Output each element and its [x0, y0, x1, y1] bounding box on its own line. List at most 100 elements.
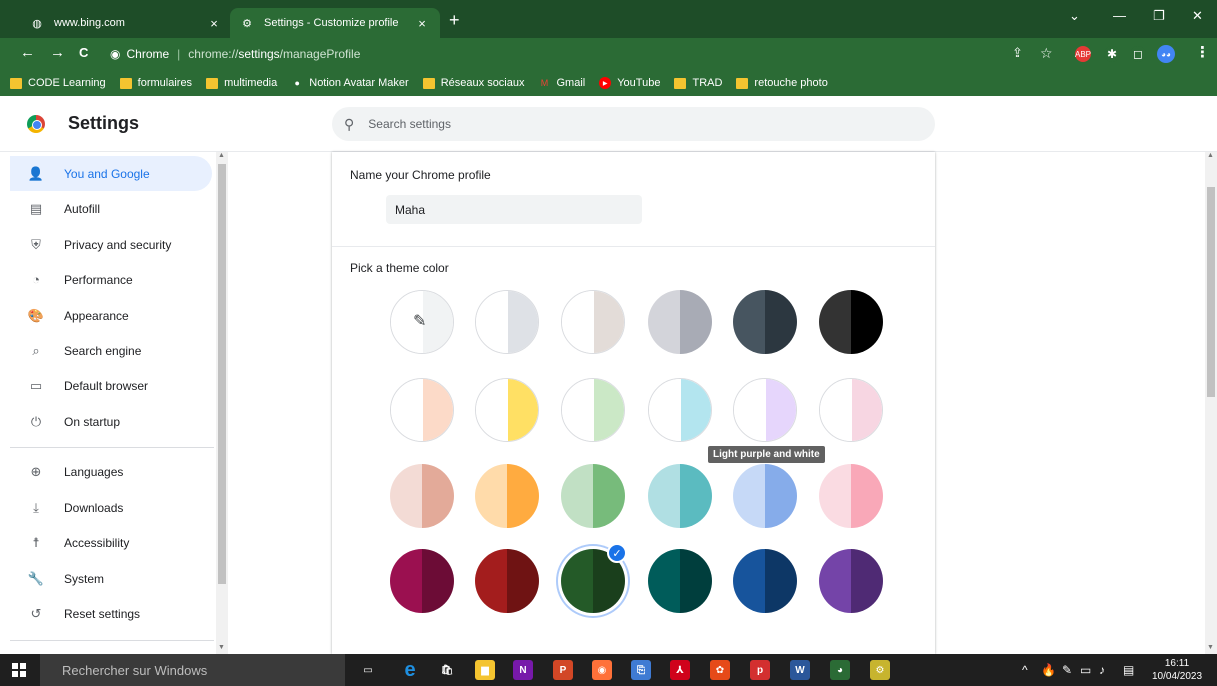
restore-button[interactable]: ❐: [1153, 8, 1165, 24]
theme-color-swatch[interactable]: [648, 464, 712, 528]
theme-color-swatch[interactable]: [475, 378, 539, 442]
theme-color-swatch[interactable]: [733, 290, 797, 354]
bookmark-item[interactable]: multimedia: [206, 77, 277, 89]
sidebar-item-reset-settings[interactable]: ↺ Reset settings: [10, 596, 212, 631]
onenote-icon[interactable]: N: [513, 660, 533, 680]
adblock-icon[interactable]: ABP: [1075, 46, 1091, 62]
puzzle-icon[interactable]: ✱: [1104, 46, 1120, 62]
sidebar-item-languages[interactable]: ⊕ Languages: [10, 454, 212, 489]
theme-color-swatch[interactable]: [390, 378, 454, 442]
windows-search-field[interactable]: Rechercher sur Windows: [40, 654, 345, 686]
taskbar-clock[interactable]: 16:11 10/04/2023: [1152, 657, 1202, 683]
theme-color-swatch[interactable]: [561, 464, 625, 528]
sidebar-scrollbar[interactable]: ▲ ▼: [216, 152, 228, 654]
theme-color-swatch[interactable]: [733, 378, 797, 442]
sidebar-item-search-engine[interactable]: ⌕ Search engine: [10, 333, 212, 368]
theme-color-swatch[interactable]: [819, 549, 883, 613]
bookmark-item[interactable]: TRAD: [674, 77, 722, 89]
scroll-down-arrow[interactable]: ▼: [1207, 644, 1214, 651]
file-explorer-icon[interactable]: ▆: [475, 660, 495, 680]
theme-color-swatch[interactable]: [475, 464, 539, 528]
close-tab-icon[interactable]: ×: [206, 16, 222, 31]
close-window-button[interactable]: ✕: [1192, 8, 1203, 24]
theme-color-swatch[interactable]: [819, 464, 883, 528]
sidebar-item-privacy-and-security[interactable]: ⛨ Privacy and security: [10, 227, 212, 262]
notification-icon[interactable]: ▤: [1123, 663, 1134, 677]
theme-color-swatch[interactable]: [390, 464, 454, 528]
minimize-button[interactable]: —: [1113, 8, 1126, 23]
tray-chevron-icon[interactable]: ^: [1022, 663, 1028, 677]
settings-app-icon[interactable]: ⚙: [870, 660, 890, 680]
scroll-up-arrow[interactable]: ▲: [1207, 152, 1214, 159]
theme-color-swatch[interactable]: [733, 549, 797, 613]
bookmark-item[interactable]: ● Notion Avatar Maker: [291, 77, 409, 89]
theme-color-swatch[interactable]: [390, 549, 454, 613]
swatch-right-half: [680, 549, 712, 613]
bookmark-item[interactable]: CODE Learning: [10, 77, 106, 89]
profile-name-input[interactable]: [386, 195, 642, 224]
sidebar-item-on-startup[interactable]: ⏻ On startup: [10, 404, 212, 439]
sidebar-item-autofill[interactable]: ▤ Autofill: [10, 191, 212, 226]
tab-bing[interactable]: ◍ www.bing.com ×: [20, 8, 232, 38]
network-app-icon[interactable]: ⎘: [631, 660, 651, 680]
reload-button[interactable]: C: [79, 44, 88, 62]
word-icon[interactable]: W: [790, 660, 810, 680]
sidepanel-icon[interactable]: ◻: [1130, 46, 1146, 62]
profile-avatar-icon[interactable]: ◕◕: [1157, 45, 1175, 63]
tray-app-icon[interactable]: 🔥: [1041, 663, 1056, 677]
network-icon[interactable]: ▭: [1080, 663, 1091, 677]
sidebar-item-performance[interactable]: ◔ Performance: [10, 262, 212, 297]
sidebar-item-default-browser[interactable]: ▭ Default browser: [10, 368, 212, 403]
sidebar-item-appearance[interactable]: 🎨 Appearance: [10, 298, 212, 333]
search-settings-field[interactable]: ⚲ Search settings: [332, 107, 935, 141]
bookmark-item[interactable]: Réseaux sociaux: [422, 77, 525, 89]
back-button[interactable]: ←: [20, 44, 35, 62]
firefox-icon[interactable]: ◉: [592, 660, 612, 680]
scroll-down-arrow[interactable]: ▼: [218, 644, 225, 651]
close-tab-icon[interactable]: ×: [414, 16, 430, 31]
acrobat-icon[interactable]: ⅄: [670, 660, 690, 680]
pen-icon[interactable]: ✎: [1062, 663, 1072, 677]
bookmark-item[interactable]: M Gmail: [539, 77, 585, 89]
forward-button[interactable]: →: [50, 44, 65, 62]
edge-icon[interactable]: e: [400, 659, 420, 681]
scroll-up-arrow[interactable]: ▲: [218, 152, 225, 159]
theme-color-swatch[interactable]: [819, 290, 883, 354]
site-chip[interactable]: ◉ Chrome: [110, 47, 169, 61]
sidebar-item-downloads[interactable]: ⤓ Downloads: [10, 490, 212, 525]
theme-color-swatch[interactable]: [733, 464, 797, 528]
theme-color-swatch[interactable]: [561, 378, 625, 442]
scrollbar-thumb[interactable]: [1207, 187, 1215, 397]
menu-icon[interactable]: ⋮: [1195, 44, 1210, 62]
theme-color-swatch[interactable]: [648, 290, 712, 354]
address-bar[interactable]: ◉ Chrome | chrome://settings/manageProfi…: [110, 42, 1000, 66]
tab-settings[interactable]: ⚙ Settings - Customize profile ×: [230, 8, 440, 38]
sidebar-item-system[interactable]: 🔧 System: [10, 561, 212, 596]
share-icon[interactable]: ⇪: [1012, 44, 1023, 62]
custom-color-swatch[interactable]: ✎: [390, 290, 454, 354]
theme-color-swatch[interactable]: [648, 378, 712, 442]
p-app-icon[interactable]: p: [750, 660, 770, 680]
tab-search-icon[interactable]: ⌄: [1069, 8, 1080, 24]
new-tab-button[interactable]: +: [449, 10, 460, 30]
windows-start-icon[interactable]: [12, 663, 26, 677]
bookmark-star-icon[interactable]: ☆: [1040, 44, 1053, 62]
theme-color-swatch[interactable]: [561, 290, 625, 354]
bookmark-item[interactable]: formulaires: [119, 77, 192, 89]
theme-color-swatch[interactable]: [819, 378, 883, 442]
photo-app-icon[interactable]: ✿: [710, 660, 730, 680]
theme-color-swatch[interactable]: [475, 549, 539, 613]
volume-icon[interactable]: ♪: [1099, 663, 1105, 677]
scrollbar-thumb[interactable]: [218, 164, 226, 584]
theme-color-swatch[interactable]: [648, 549, 712, 613]
page-scrollbar[interactable]: ▲ ▼: [1205, 152, 1217, 654]
chrome-taskbar-icon[interactable]: ◕: [830, 660, 850, 680]
bookmark-item[interactable]: ▶ YouTube: [599, 77, 660, 89]
sidebar-item-you-and-google[interactable]: 👤 You and Google: [10, 156, 212, 191]
powerpoint-icon[interactable]: P: [553, 660, 573, 680]
task-view-icon[interactable]: ▭: [358, 660, 378, 680]
bookmark-item[interactable]: retouche photo: [736, 77, 828, 89]
sidebar-item-accessibility[interactable]: ☨ Accessibility: [10, 525, 212, 560]
theme-color-swatch[interactable]: [475, 290, 539, 354]
store-icon[interactable]: 🛍: [437, 660, 457, 680]
